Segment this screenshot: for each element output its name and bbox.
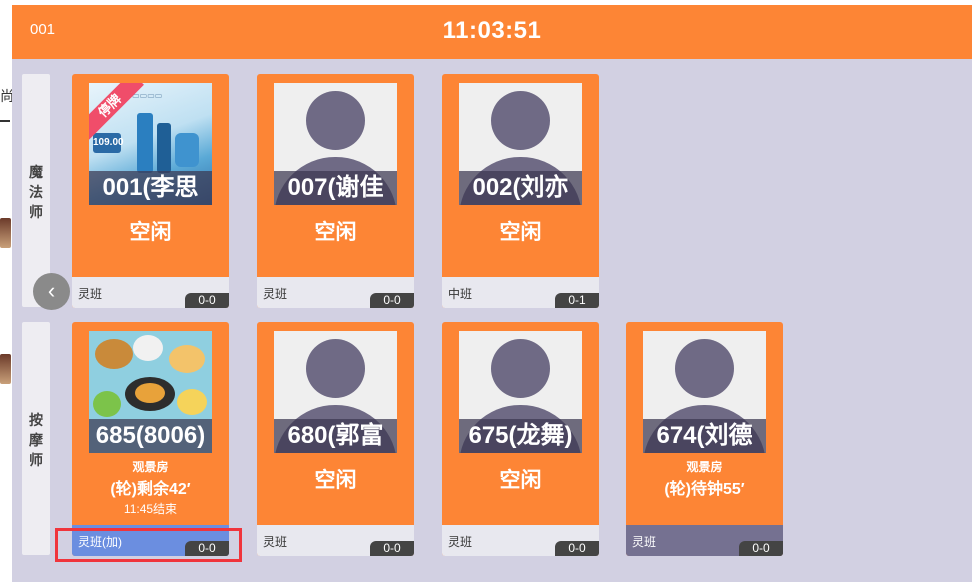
staff-name: 007(谢佳 xyxy=(274,171,397,205)
staff-name: 685(8006) xyxy=(89,419,212,453)
prev-page-button[interactable]: ‹ xyxy=(33,273,70,310)
left-edge-fragment: 尚 xyxy=(0,60,14,582)
cropped-avatar-fragment xyxy=(0,218,11,248)
card-footer: 灵班 0-0 xyxy=(442,525,599,556)
card-footer: 灵班(加) 0-0 xyxy=(72,525,229,556)
staff-name: 680(郭富 xyxy=(274,419,397,453)
shift-label: 灵班 xyxy=(263,287,288,301)
count-badge: 0-0 xyxy=(739,541,783,556)
cropped-avatar-fragment xyxy=(0,354,11,384)
staff-card[interactable]: 685(8006) 观景房 (轮)剩余42′ 11:45结束 灵班(加) 0-0 xyxy=(72,322,229,556)
staff-name: 675(龙舞) xyxy=(459,419,582,453)
staff-state: 空闲 xyxy=(129,221,172,244)
card-footer: 灵班 0-0 xyxy=(626,525,783,556)
staff-card[interactable]: 680(郭富 空闲 灵班 0-0 xyxy=(257,322,414,556)
card-footer: 灵班 0-0 xyxy=(72,277,229,308)
count-badge: 0-0 xyxy=(185,293,229,308)
staff-card[interactable]: ▭▭▭▭▭▭ 109.00 停牌 001(李思 空闲 灵班 0-0 xyxy=(72,74,229,308)
service-status: (轮)剩余42′ xyxy=(110,481,191,498)
row-label-magician: 魔 法 师 xyxy=(22,74,50,307)
room-label: 观景房 xyxy=(132,460,169,474)
row-label-char: 摩 xyxy=(29,432,43,448)
shift-label: 灵班 xyxy=(632,535,657,549)
ad-price: 109.00 xyxy=(93,133,124,153)
count-badge: 0-0 xyxy=(370,293,414,308)
staff-card[interactable]: 007(谢佳 空闲 灵班 0-0 xyxy=(257,74,414,308)
card-footer: 中班 0-1 xyxy=(442,277,599,308)
suspended-ribbon: 停牌 xyxy=(89,83,144,140)
staff-state: 空闲 xyxy=(314,469,357,492)
shift-label: 灵班 xyxy=(263,535,288,549)
count-badge: 0-1 xyxy=(555,293,599,308)
row-label-char: 师 xyxy=(29,452,43,468)
count-badge: 0-0 xyxy=(370,541,414,556)
staff-name: 674(刘德 xyxy=(643,419,766,453)
staff-state: 空闲 xyxy=(499,221,542,244)
staff-state: 空闲 xyxy=(314,221,357,244)
staff-card[interactable]: 675(龙舞) 空闲 灵班 0-0 xyxy=(442,322,599,556)
shift-label: 灵班(加) xyxy=(78,535,122,549)
count-badge: 0-0 xyxy=(555,541,599,556)
staff-name: 002(刘亦 xyxy=(459,171,582,205)
app-root: 尚 001 11:03:51 魔 法 师 ▭▭▭▭▭▭ 109.00 停牌 00… xyxy=(0,0,980,582)
room-label: 观景房 xyxy=(686,460,723,474)
shift-label: 中班 xyxy=(448,287,473,301)
card-footer: 灵班 0-0 xyxy=(257,277,414,308)
row-label-char: 师 xyxy=(29,204,43,220)
end-time: 11:45结束 xyxy=(123,502,178,516)
card-footer: 灵班 0-0 xyxy=(257,525,414,556)
row-label-char: 法 xyxy=(29,184,43,200)
cropped-divider xyxy=(0,120,10,122)
staff-name: 001(李思 xyxy=(89,171,212,205)
staff-board: 魔 法 师 ▭▭▭▭▭▭ 109.00 停牌 001(李思 空闲 灵班 0-0 xyxy=(12,59,972,582)
service-status: (轮)待钟55′ xyxy=(664,481,745,498)
count-badge: 0-0 xyxy=(185,541,229,556)
shift-label: 灵班 xyxy=(448,535,473,549)
staff-state: 空闲 xyxy=(499,469,542,492)
clock: 11:03:51 xyxy=(442,17,542,44)
staff-card[interactable]: 002(刘亦 空闲 中班 0-1 xyxy=(442,74,599,308)
row-label-masseur: 按 摩 师 xyxy=(22,322,50,555)
top-header: 001 11:03:51 xyxy=(12,5,972,59)
row-label-char: 魔 xyxy=(29,164,43,180)
row-label-char: 按 xyxy=(29,412,43,428)
shift-label: 灵班 xyxy=(78,287,103,301)
staff-card[interactable]: 674(刘德 观景房 (轮)待钟55′ 灵班 0-0 xyxy=(626,322,783,556)
